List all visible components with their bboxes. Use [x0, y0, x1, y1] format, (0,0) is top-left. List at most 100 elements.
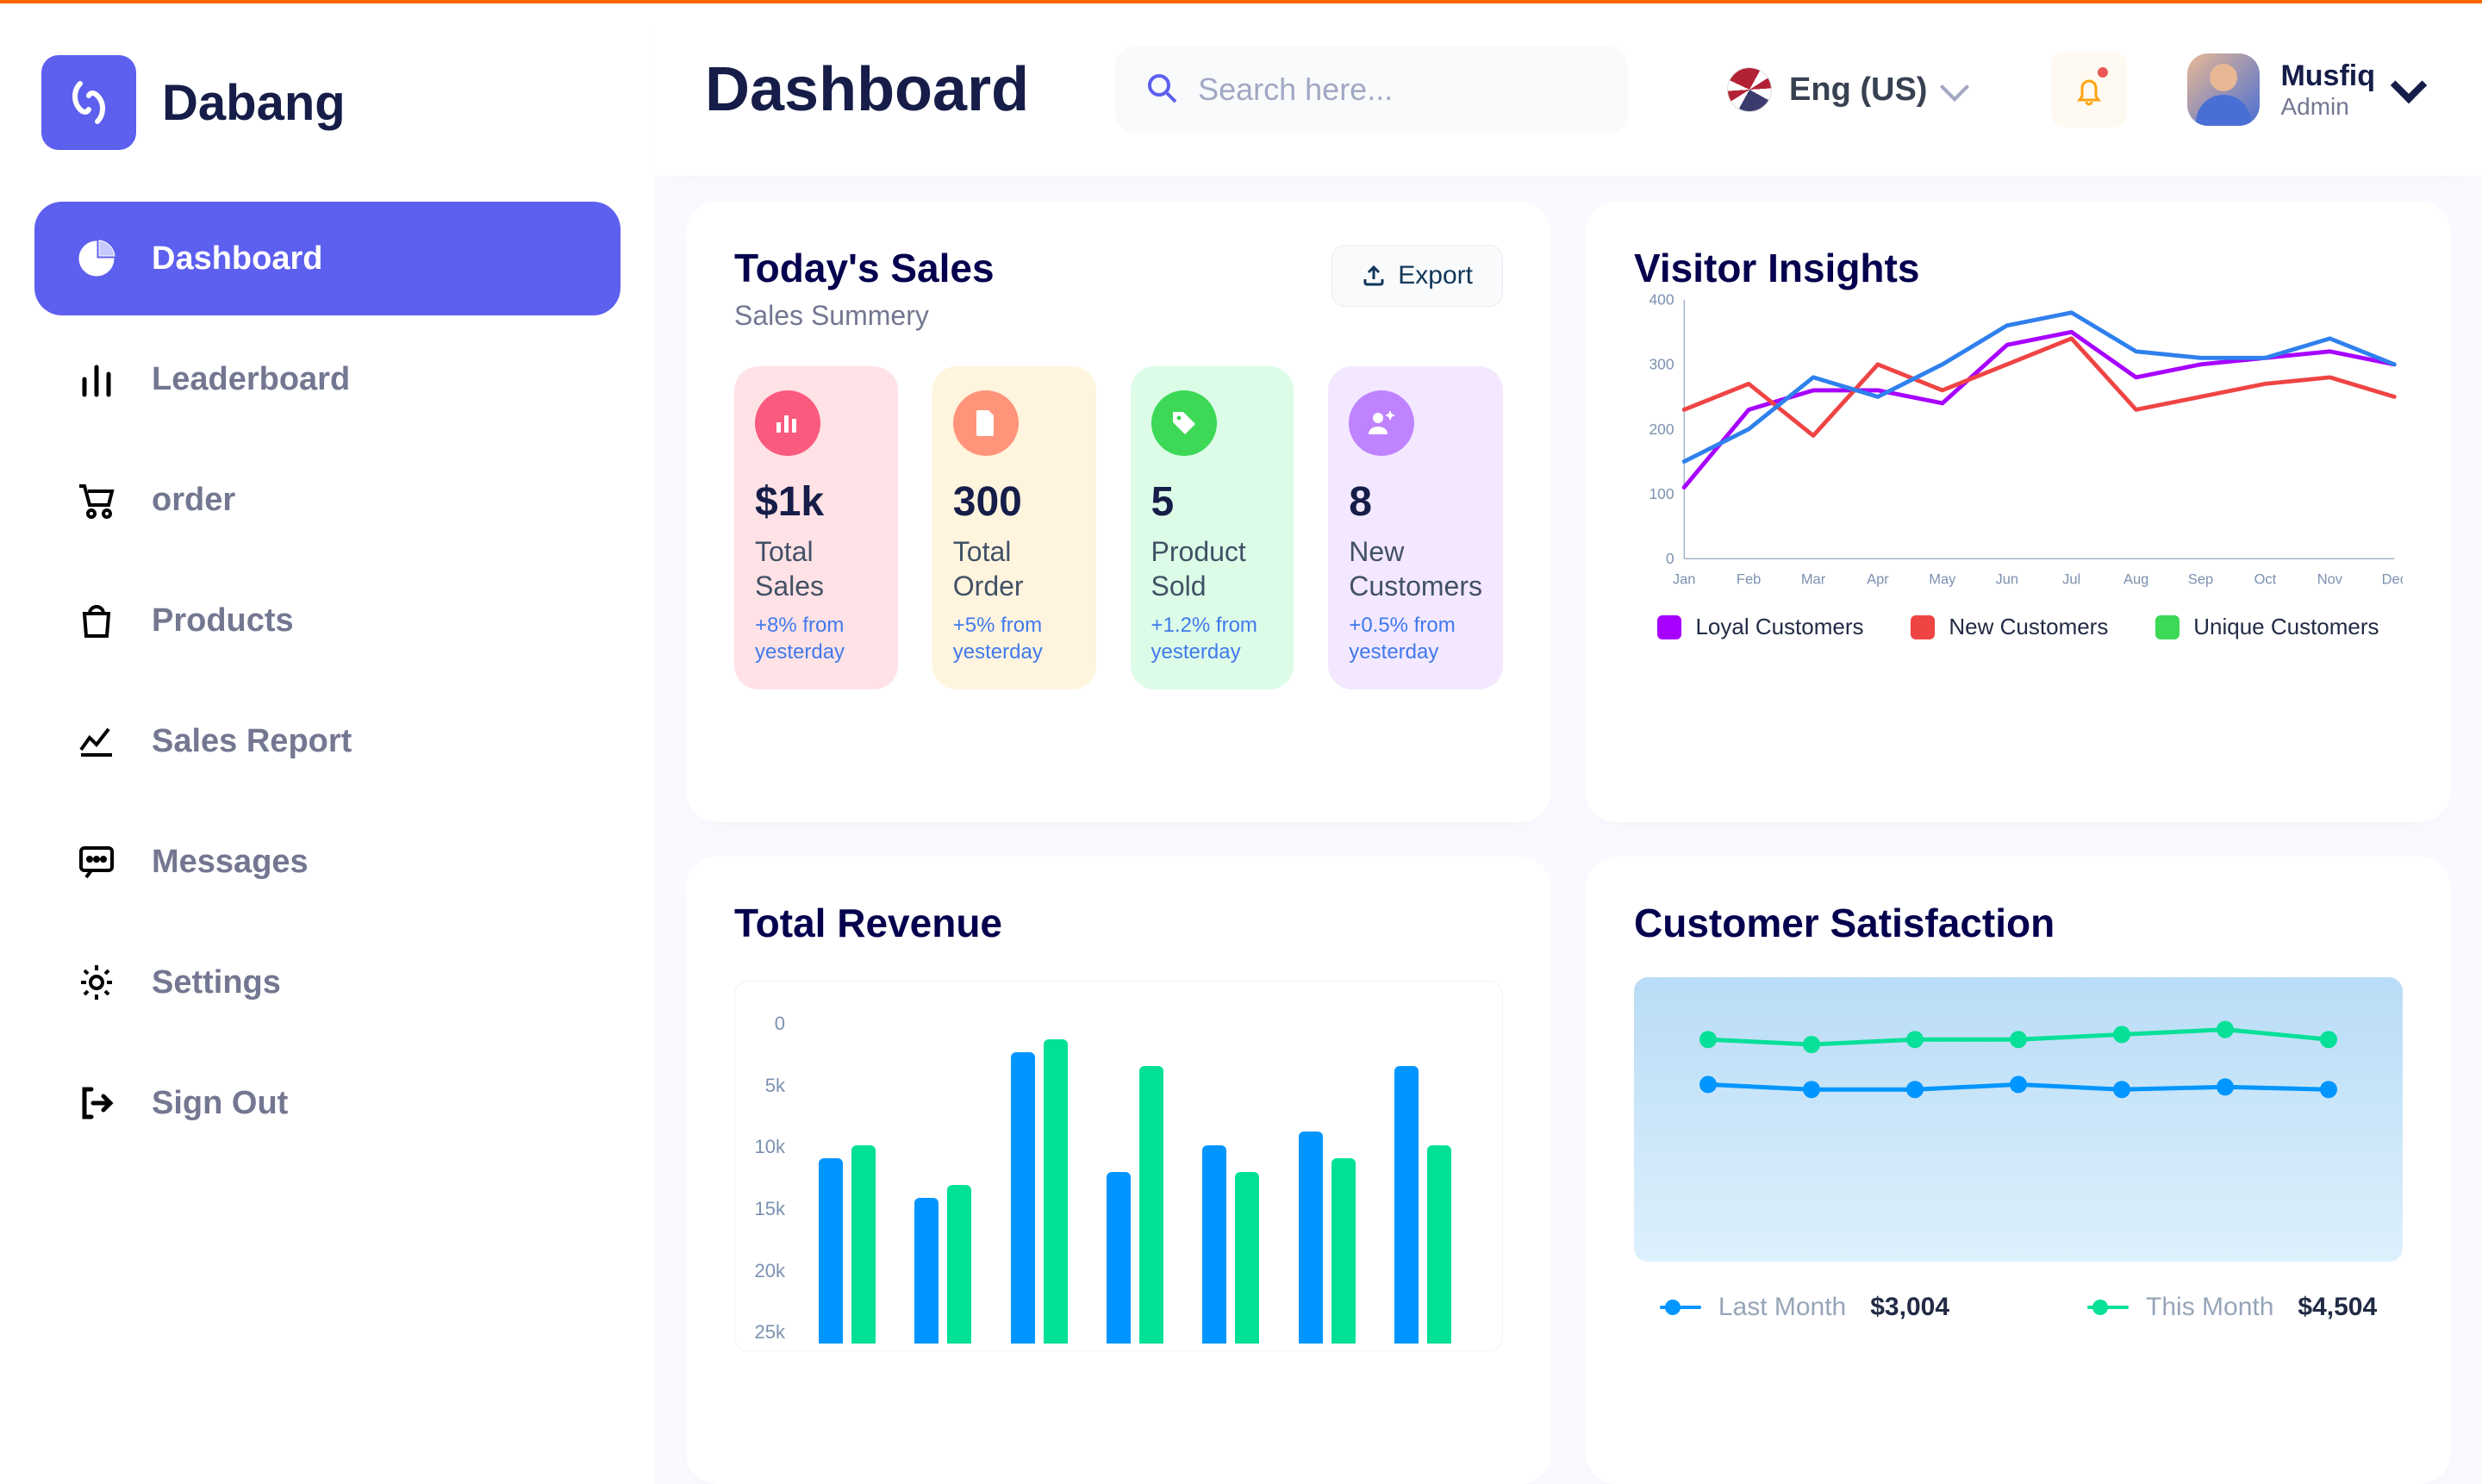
kpi-tile: $1kTotal Sales+8% from yesterday [734, 366, 898, 689]
user-name: Musfiq [2280, 59, 2375, 93]
brand: Dabang [34, 55, 620, 150]
shopping-bag-icon [72, 596, 121, 645]
sidebar-item-label: Sign Out [152, 1085, 288, 1122]
page-title: Dashboard [705, 54, 1029, 125]
sidebar-item-leaderboard[interactable]: Leaderboard [34, 322, 620, 436]
card-title: Visitor Insights [1634, 245, 2403, 291]
kpi-delta: +1.2% from yesterday [1151, 612, 1274, 665]
total-revenue-chart: 05k10k15k20k25k [734, 981, 1503, 1351]
kpi-value: 300 [953, 478, 1076, 526]
sidebar-item-sales-report[interactable]: Sales Report [34, 684, 620, 798]
sidebar-item-sign-out[interactable]: Sign Out [34, 1046, 620, 1160]
legend-label: Loyal Customers [1695, 614, 1863, 640]
legend-item: New Customers [1911, 614, 2108, 640]
bar [1044, 1039, 1068, 1344]
svg-text:Oct: Oct [2254, 571, 2277, 587]
kpi-label: Total Order [953, 534, 1076, 603]
svg-text:Jun: Jun [1995, 571, 2018, 587]
svg-text:Aug: Aug [2123, 571, 2148, 587]
svg-text:Jul: Jul [2062, 571, 2080, 587]
bar-group [1394, 1013, 1451, 1344]
bar-chart-icon [72, 355, 121, 403]
user-menu[interactable]: Musfiq Admin [2187, 53, 2422, 126]
search-box[interactable] [1115, 47, 1628, 133]
svg-text:400: 400 [1649, 291, 1674, 309]
svg-text:Feb: Feb [1737, 571, 1761, 587]
kpi-tile: 300 Total Order +5% from yesterday [932, 366, 1096, 689]
svg-text:Jan: Jan [1673, 571, 1696, 587]
bar-group [819, 1013, 876, 1344]
user-role: Admin [2280, 93, 2375, 121]
svg-text:Dec: Dec [2382, 571, 2403, 587]
visitor-insights-legend: Loyal Customers New Customers Unique Custo… [1634, 614, 2403, 640]
bar [1107, 1172, 1131, 1344]
sidebar-item-order[interactable]: order [34, 443, 620, 557]
visitor-insights-card: Visitor Insights 0100200300400JanFebMarA… [1586, 202, 2451, 822]
kpi-icon [953, 390, 1019, 456]
legend-marker-icon [2087, 1300, 2129, 1315]
svg-text:Sep: Sep [2188, 571, 2213, 587]
card-title: Total Revenue [734, 900, 1503, 946]
sidebar-item-messages[interactable]: Messages [34, 805, 620, 919]
bar [1331, 1158, 1356, 1344]
kpi-label: New Customers [1349, 534, 1482, 603]
svg-text:0: 0 [1666, 550, 1674, 567]
gear-icon [72, 958, 121, 1007]
bar [1011, 1052, 1035, 1344]
kpi-tile: 5 Product Sold +1.2% from yesterday [1131, 366, 1294, 689]
card-title: Today's Sales [734, 245, 995, 291]
language-selector[interactable]: Eng (US) [1727, 67, 1965, 112]
svg-text:200: 200 [1649, 421, 1674, 438]
notifications-button[interactable] [2051, 52, 2127, 128]
bar-group [914, 1013, 971, 1344]
bar-group [1202, 1013, 1259, 1344]
sidebar-item-products[interactable]: Products [34, 564, 620, 677]
bar [1299, 1132, 1323, 1344]
sidebar-item-dashboard[interactable]: Dashboard [34, 202, 620, 315]
kpi-label: Product Sold [1151, 534, 1274, 603]
legend-label: Last Month [1718, 1293, 1846, 1322]
sidebar-item-label: Products [152, 602, 294, 639]
chevron-down-icon [1940, 72, 1969, 102]
chevron-down-icon [2391, 67, 2427, 103]
bell-icon [2072, 72, 2106, 107]
legend-marker-icon [1660, 1300, 1701, 1315]
sidebar-item-label: order [152, 482, 235, 519]
kpi-delta: +0.5% from yesterday [1349, 612, 1482, 665]
legend-swatch-icon [2155, 615, 2180, 639]
export-button[interactable]: Export [1331, 245, 1503, 307]
sidebar-item-label: Messages [152, 844, 309, 881]
legend-swatch-icon [1657, 615, 1681, 639]
kpi-tile: 8 New Customers +0.5% from yesterday [1328, 366, 1503, 689]
chat-icon [72, 838, 121, 886]
customer-satisfaction-chart [1634, 977, 2403, 1262]
bar-group [1299, 1013, 1356, 1344]
kpi-delta: +8% from yesterday [755, 612, 877, 665]
brand-name: Dabang [162, 74, 346, 132]
line-chart-icon [72, 717, 121, 765]
kpi-value: $1k [755, 478, 877, 526]
svg-text:Nov: Nov [2317, 571, 2343, 587]
sidebar: Dabang Dashboard Leaderboard order Produ… [0, 3, 655, 1484]
sidebar-item-label: Leaderboard [152, 361, 350, 398]
svg-text:100: 100 [1649, 485, 1674, 502]
bar [1202, 1145, 1226, 1344]
kpi-delta: +5% from yesterday [953, 612, 1076, 665]
kpi-value: 8 [1349, 478, 1482, 526]
pie-chart-icon [72, 234, 121, 283]
language-label: Eng (US) [1789, 72, 1927, 109]
sidebar-item-label: Dashboard [152, 240, 322, 277]
legend-label: Unique Customers [2193, 614, 2379, 640]
search-input[interactable] [1198, 72, 1599, 108]
todays-sales-card: Today's Sales Sales Summery Export $1kTo… [686, 202, 1551, 822]
sidebar-item-settings[interactable]: Settings [34, 926, 620, 1039]
sidebar-item-label: Sales Report [152, 723, 352, 760]
svg-text:May: May [1929, 571, 1956, 587]
customer-satisfaction-legend: Last Month $3,004 This Month $4,504 [1634, 1293, 2403, 1322]
bar [1427, 1145, 1451, 1344]
bar [819, 1158, 843, 1344]
kpi-value: 5 [1151, 478, 1274, 526]
legend-label: This Month [2146, 1293, 2273, 1322]
header: Dashboard Eng (US) Musfiq [655, 3, 2482, 176]
bar-group [1107, 1013, 1163, 1344]
